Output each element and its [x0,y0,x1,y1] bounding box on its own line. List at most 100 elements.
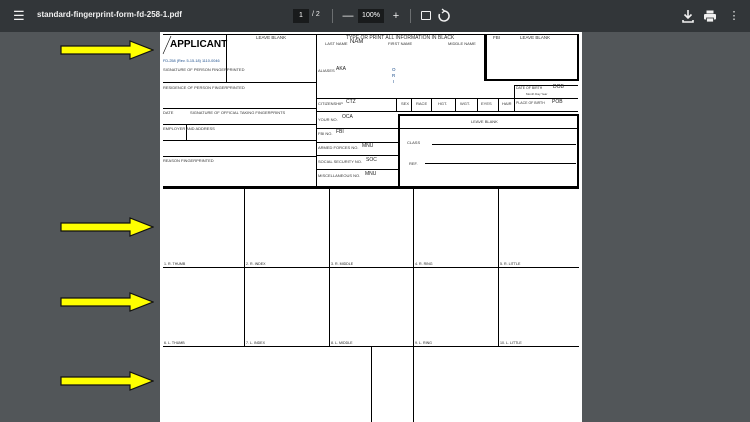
fingerprint-row-line [163,267,579,268]
fingerprint-col-line [329,188,330,346]
fingerprint-label: 2. R. INDEX [246,262,266,266]
fingerprint-col-line [413,188,414,346]
race-label: RACE [416,101,428,106]
last-name-label: LAST NAME [325,41,348,46]
fingerprint-label: 4. R. RING [415,262,433,266]
official-signature-label: SIGNATURE OF OFFICIAL TAKING FINGERPRINT… [190,110,286,115]
fingerprint-col-line [413,346,414,422]
page-number-input[interactable]: 1 [293,9,309,23]
misc-label: MISCELLANEOUS NO. [318,173,361,178]
hair-label: HAIR [502,101,512,106]
field-divider [411,98,412,111]
form-line [316,142,399,143]
zoom-in-button[interactable]: + [389,8,403,24]
field-divider [477,98,478,111]
fingerprint-label: 5. R. LITTLE [500,262,521,266]
form-line [163,156,316,157]
aliases-value: AKA [336,66,347,72]
misc-value: MNU [365,171,377,177]
more-options-icon[interactable]: ⋮ [727,8,741,24]
download-icon [682,10,694,23]
ssn-value: SOC [366,157,377,163]
form-line [163,108,316,109]
leave-blank-box-right [577,114,579,188]
pob-value: POB [552,99,563,105]
form-line [316,155,399,156]
ref-line [425,163,576,164]
fingerprint-label: 9. L. RING [415,341,432,345]
fingerprint-col-line [244,188,245,346]
print-button[interactable] [702,8,718,24]
rotate-icon [438,8,450,22]
menu-icon[interactable]: ☰ [13,9,25,23]
employer-label: EMPLOYER AND ADDRESS [163,126,215,131]
ref-label: REF. [409,161,418,166]
fbi-box-inner [486,34,487,80]
fingerprint-label: 10. L. LITTLE [500,341,522,345]
page-total: / 2 [312,11,320,18]
middle-name-label: MIDDLE NAME [448,41,476,46]
date-label: DATE [163,110,174,115]
arrow-right-icon [60,40,154,60]
download-button[interactable] [680,8,696,24]
fbi-box-bottom [484,79,578,81]
dob-value: DOB [553,84,564,90]
file-title: standard-fingerprint-form-fd-258-1.pdf [37,10,182,19]
field-divider [455,98,456,111]
fit-page-button[interactable] [418,8,434,24]
signature-label: SIGNATURE OF PERSON FINGERPRINTED [163,67,245,72]
form-number: FD-258 (Rev. 5-15-18) 1110-0046 [163,59,220,63]
pdf-toolbar: ☰ standard-fingerprint-form-fd-258-1.pdf… [0,0,750,32]
arrow-right-icon [60,217,154,237]
armed-forces-value: MNU [362,143,374,149]
print-icon [704,10,716,23]
class-label: CLASS [407,140,421,145]
arrow-right-icon [60,371,154,391]
your-no-value: OCA [342,114,353,120]
last-name-value: NAM [350,39,364,45]
fbi-no-value: FBI [336,129,344,135]
reason-label: REASON FINGERPRINTED [163,158,214,163]
fingerprint-col-line [371,346,372,422]
ori-letter: O [392,67,396,72]
rotate-button[interactable] [436,8,452,24]
zoom-out-button[interactable]: — [341,8,355,24]
aliases-label: ALIASES [318,68,335,73]
fit-page-icon [421,11,431,20]
eyes-label: EYES [481,101,492,106]
field-divider [514,85,515,111]
leave-blank-box-left [398,114,400,188]
form-line [163,140,316,141]
toolbar-divider [332,9,333,23]
fingerprint-label: 6. L. THUMB [164,341,185,345]
toolbar-divider [410,9,411,23]
form-line [163,82,316,83]
center-divider [316,34,317,186]
sex-label: SEX [401,101,410,106]
leave-blank-box-top [398,114,578,116]
residence-label: RESIDENCE OF PERSON FINGERPRINTED [163,85,245,90]
height-label: HGT. [438,101,448,106]
form-line [316,128,578,129]
dob-sub-label: Month Day Year [526,92,548,96]
weight-label: WGT. [460,101,470,106]
leave-blank-label: LEAVE BLANK [520,35,551,40]
leave-blank-label: LEAVE BLANK [256,35,287,40]
class-line [432,144,576,145]
ssn-label: SOCIAL SECURITY NO. [318,159,363,164]
scrollbar[interactable] [742,32,750,422]
fingerprint-col-line [498,188,499,346]
field-divider [431,98,432,111]
your-no-label: YOUR NO. [318,117,338,122]
form-line [316,169,399,170]
form-line [316,111,578,112]
fingerprint-area-divider [163,186,579,189]
zoom-input[interactable]: 100% [358,9,384,23]
field-divider [498,98,499,111]
pdf-page: APPLICANT FD-258 (Rev. 5-15-18) 1110-004… [160,32,582,422]
citizenship-value: CTZ [346,99,356,105]
fbi-box-label: FBI [493,35,501,40]
ori-letter: I [393,79,395,84]
fbi-no-label: FBI NO. [318,131,333,136]
fbi-box-right [577,34,579,81]
